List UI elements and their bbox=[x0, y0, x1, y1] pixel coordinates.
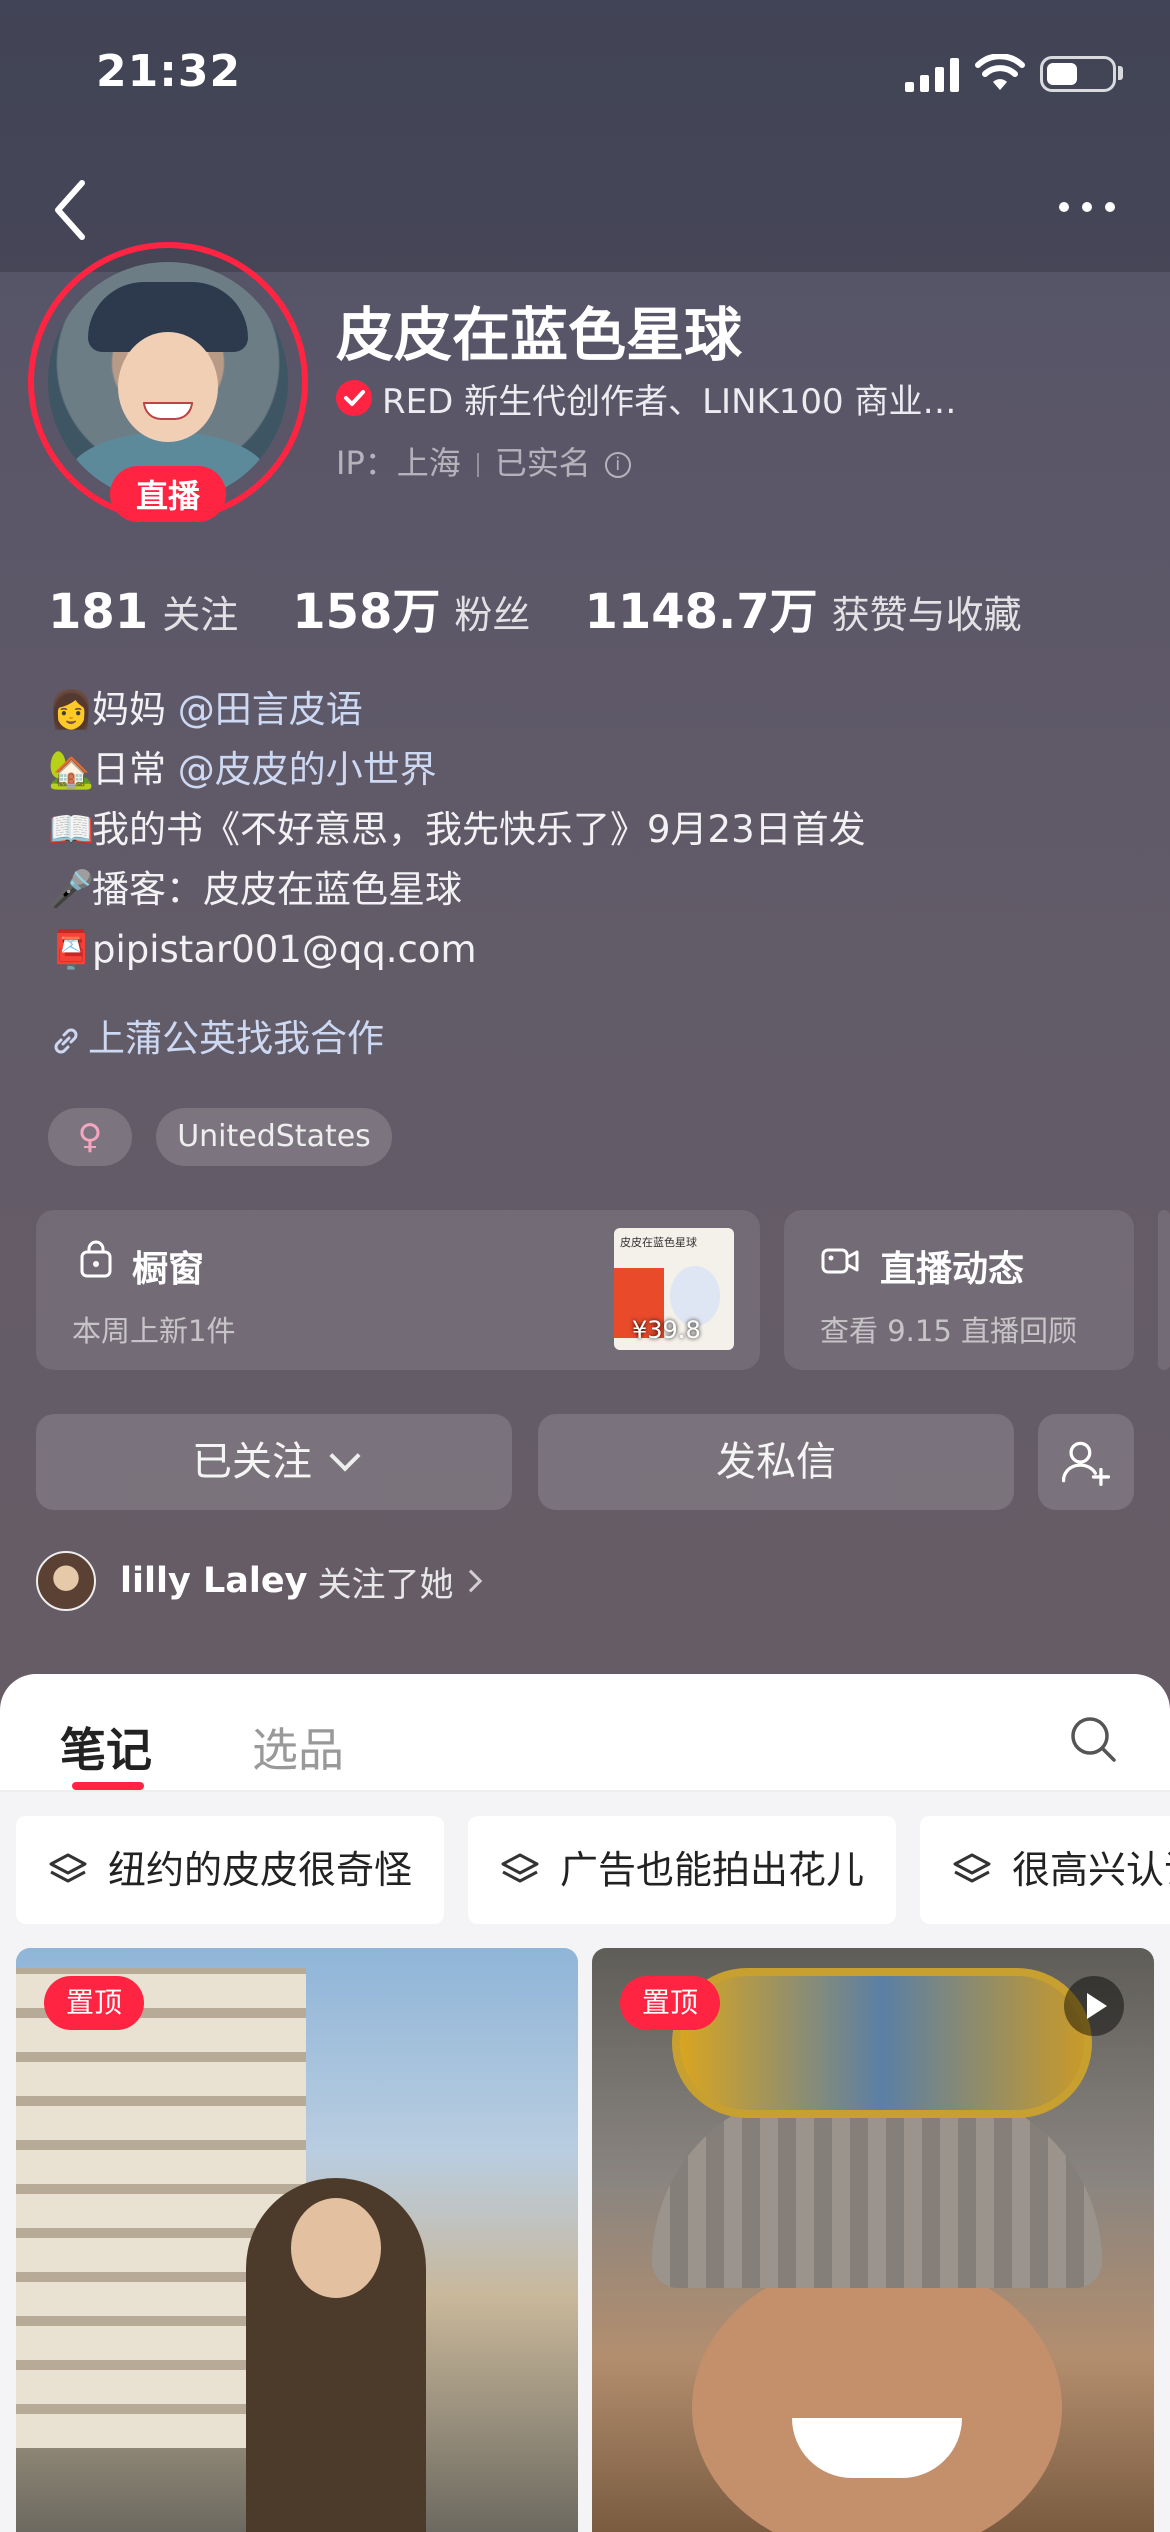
collection-chip[interactable]: 纽约的皮皮很奇怪 bbox=[16, 1816, 444, 1924]
gender-tag: ♀ bbox=[48, 1108, 132, 1166]
shop-window-card[interactable]: 橱窗 本周上新1件 皮皮在蓝色星球 ¥39.8 bbox=[36, 1210, 760, 1370]
ip-row: IP：上海 已实名 i bbox=[336, 438, 631, 484]
battery-icon bbox=[1040, 56, 1116, 92]
battery-tip bbox=[1118, 66, 1123, 80]
live-updates-subtitle: 查看 9.15 直播回顾 bbox=[820, 1314, 1078, 1348]
next-card-peek bbox=[1158, 1210, 1170, 1370]
likes-count[interactable]: 1148.7万 bbox=[584, 572, 817, 642]
status-time: 21:32 bbox=[96, 46, 242, 97]
add-friend-button[interactable] bbox=[1038, 1414, 1134, 1510]
layers-icon bbox=[49, 1853, 87, 1883]
microphone-emoji-icon: 🎤 bbox=[48, 868, 95, 911]
shopping-bag-icon bbox=[80, 1240, 112, 1278]
note-card[interactable]: 置顶 bbox=[16, 1948, 578, 2532]
collections-row: 纽约的皮皮很奇怪 广告也能拍出花儿 很高兴认识 bbox=[0, 1792, 1170, 1924]
profile-username: 皮皮在蓝色星球 bbox=[336, 301, 743, 369]
follower-name: lilly Laley bbox=[120, 1561, 308, 1601]
following-button[interactable]: 已关注 bbox=[36, 1414, 512, 1510]
top-bar-background bbox=[0, 0, 1170, 272]
tab-notes[interactable]: 笔记 bbox=[60, 1714, 152, 1780]
product-price: ¥39.8 bbox=[632, 1316, 701, 1344]
pinned-badge: 置顶 bbox=[620, 1976, 720, 2030]
collection-chip[interactable]: 广告也能拍出花儿 bbox=[468, 1816, 896, 1924]
verification-text[interactable]: RED 新生代创作者、LINK100 商业… bbox=[382, 374, 982, 423]
chevron-right-icon bbox=[460, 1569, 483, 1593]
follower-avatar bbox=[36, 1551, 96, 1611]
mention-link[interactable]: @皮皮的小世界 bbox=[178, 748, 437, 791]
location-tag: UnitedStates bbox=[156, 1108, 392, 1166]
following-label[interactable]: 关注 bbox=[162, 584, 238, 639]
woman-emoji-icon: 👩 bbox=[48, 688, 95, 731]
active-tab-indicator bbox=[72, 1782, 144, 1790]
live-updates-title: 直播动态 bbox=[880, 1249, 1025, 1290]
profile-bio: 👩妈妈 @田言皮语 🏡日常 @皮皮的小世界 📖我的书《不好意思，我先快乐了》9月… bbox=[48, 680, 1108, 980]
tab-picks[interactable]: 选品 bbox=[252, 1714, 344, 1780]
layers-icon bbox=[501, 1853, 539, 1883]
book-thumbnail[interactable]: 皮皮在蓝色星球 ¥39.8 bbox=[614, 1228, 734, 1350]
shop-window-subtitle: 本周上新1件 bbox=[72, 1314, 236, 1348]
back-icon[interactable] bbox=[48, 175, 94, 245]
likes-label[interactable]: 获赞与收藏 bbox=[832, 584, 1022, 639]
followers-count[interactable]: 158万 bbox=[292, 572, 440, 642]
collaboration-link[interactable]: 上蒲公英找我合作 bbox=[48, 1008, 384, 1062]
followers-label[interactable]: 粉丝 bbox=[454, 584, 530, 639]
layers-icon bbox=[953, 1853, 991, 1883]
pinned-badge: 置顶 bbox=[44, 1976, 144, 2030]
add-user-icon bbox=[1061, 1441, 1111, 1487]
message-button[interactable]: 发私信 bbox=[538, 1414, 1014, 1510]
house-emoji-icon: 🏡 bbox=[48, 748, 95, 791]
video-camera-icon bbox=[821, 1248, 859, 1274]
book-emoji-icon: 📖 bbox=[48, 808, 95, 851]
note-card[interactable]: 置顶 bbox=[592, 1948, 1154, 2532]
live-updates-card[interactable]: 直播动态 查看 9.15 直播回顾 bbox=[784, 1210, 1134, 1370]
cellular-signal-icon bbox=[905, 58, 959, 92]
mention-link[interactable]: @田言皮语 bbox=[178, 688, 363, 731]
following-count[interactable]: 181 bbox=[48, 584, 148, 640]
search-icon[interactable] bbox=[1068, 1714, 1118, 1764]
more-options-icon[interactable] bbox=[1058, 200, 1116, 214]
link-icon bbox=[54, 1028, 78, 1053]
real-name-label: 已实名 bbox=[494, 444, 591, 482]
profile-stats: 181 关注 158万 粉丝 1148.7万 获赞与收藏 bbox=[48, 572, 1076, 640]
chevron-down-icon bbox=[329, 1440, 361, 1472]
verified-check-icon bbox=[336, 380, 372, 416]
live-badge[interactable]: 直播 bbox=[110, 466, 226, 522]
shop-window-title: 橱窗 bbox=[132, 1249, 205, 1290]
mutual-follower-row[interactable]: lilly Laley 关注了她 bbox=[36, 1550, 483, 1612]
info-icon[interactable]: i bbox=[604, 452, 631, 478]
wifi-icon bbox=[975, 54, 1025, 90]
content-panel: 笔记 选品 纽约的皮皮很奇怪 广告也能拍出花儿 很高兴认识 置顶 置顶 bbox=[0, 1674, 1170, 2532]
collection-chip[interactable]: 很高兴认识 bbox=[920, 1816, 1170, 1924]
follower-text: 关注了她 bbox=[317, 1564, 454, 1605]
play-icon bbox=[1064, 1976, 1124, 2036]
ip-location: IP：上海 bbox=[336, 444, 461, 482]
postbox-emoji-icon: 📮 bbox=[48, 928, 95, 971]
